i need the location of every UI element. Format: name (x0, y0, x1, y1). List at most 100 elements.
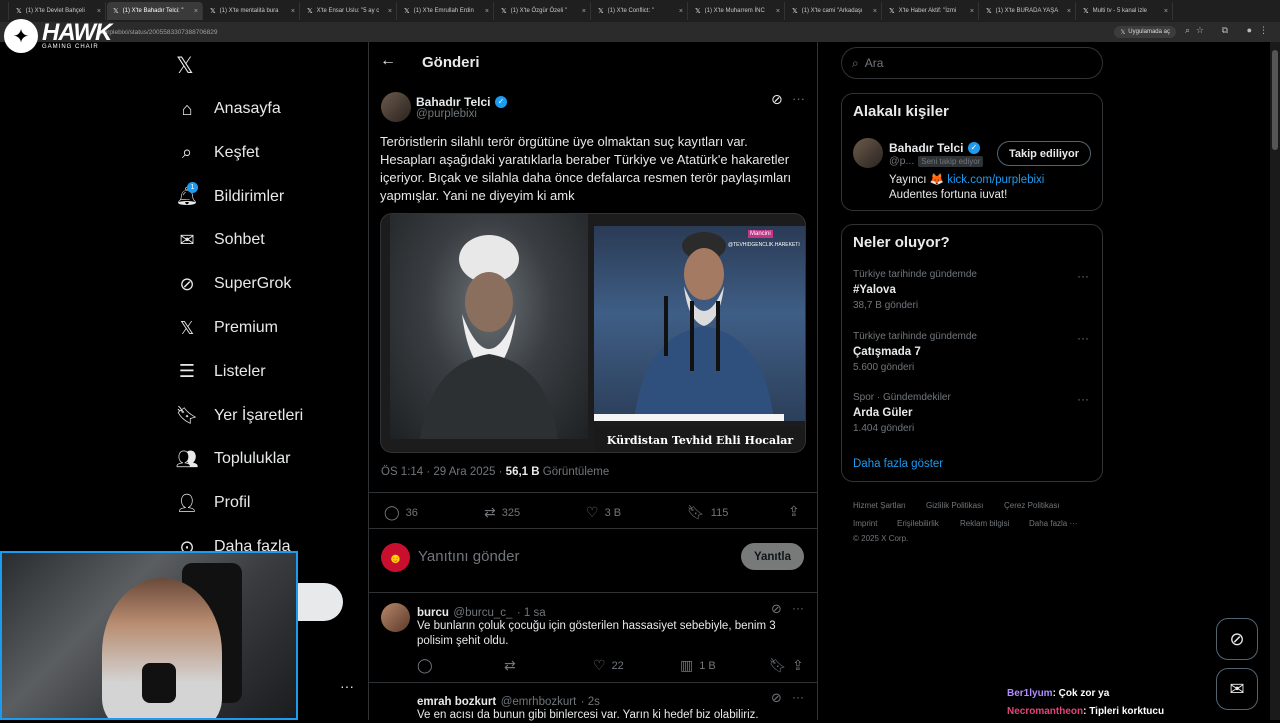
grok-icon[interactable]: ⊘ (771, 601, 782, 617)
commenter-handle[interactable]: @burcu_c_ (453, 607, 512, 619)
trend-more-icon[interactable]: ··· (1077, 392, 1089, 406)
footer-link[interactable]: Imprint (853, 519, 877, 528)
grok-float-button[interactable]: ⊘ (1216, 618, 1258, 660)
close-tab-icon[interactable]: × (1164, 8, 1168, 15)
account-more-icon[interactable]: ··· (340, 678, 354, 694)
browser-tab[interactable]: 𝕏 X'te Ensar Uslu: "5 ay c × (301, 2, 397, 20)
reply-action[interactable]: ◯ (417, 657, 433, 674)
sidebar-item-yer-i-şaretleri[interactable]: 🔖︎ Yer İşaretleri (176, 401, 304, 431)
close-tab-icon[interactable]: × (1067, 8, 1071, 15)
footer-link[interactable]: Gizlilik Politikası (926, 501, 983, 510)
sidebar-item-anasayfa[interactable]: ⌂ Anasayfa (176, 94, 281, 124)
footer-link[interactable]: Daha fazla ··· (1029, 519, 1077, 528)
footer-link[interactable]: Çerez Politikası (1004, 501, 1060, 510)
browser-tab[interactable]: 𝕏 (1) X'te BURADA YAŞA × (980, 2, 1076, 20)
open-in-app-button[interactable]: 𝕏 Uygulamada aç (1114, 26, 1176, 38)
show-more-link[interactable]: Daha fazla göster (853, 458, 943, 470)
sidebar-item-sohbet[interactable]: ✉ Sohbet (176, 225, 264, 255)
close-tab-icon[interactable]: × (970, 8, 974, 15)
author-name[interactable]: Bahadır Telci (416, 95, 490, 109)
like-action[interactable]: ♡ 3 B (586, 504, 621, 521)
grok-icon[interactable]: ⊘ (771, 690, 782, 706)
author-handle[interactable]: @purplebixi (416, 108, 477, 120)
more-options-icon[interactable]: ··· (792, 690, 804, 704)
bookmark-action[interactable]: 🔖︎ 115 (687, 504, 728, 521)
sidebar-item-supergrok[interactable]: ⊘ SuperGrok (176, 269, 291, 299)
close-tab-icon[interactable]: × (582, 8, 586, 15)
more-options-icon[interactable]: ··· (792, 91, 805, 106)
following-button[interactable]: Takip ediliyor (997, 141, 1091, 166)
browser-tab[interactable]: 𝕏 (1) X'te Muharrem İNC × (689, 2, 785, 20)
close-tab-icon[interactable]: × (388, 8, 392, 15)
related-avatar[interactable] (853, 138, 883, 168)
bio-link[interactable]: kick.com/purplebixi (947, 174, 1044, 186)
profile-icon[interactable]: ● (1247, 25, 1252, 35)
zoom-icon[interactable]: ⌕ (1185, 25, 1190, 36)
related-handle[interactable]: @p... (889, 155, 914, 167)
post-time[interactable]: ÖS 1:14 · 29 Ara 2025 · (381, 466, 502, 478)
views-action[interactable]: ▥ 1 B (680, 657, 716, 674)
sidebar-item-bildirimler[interactable]: 🔔︎ 1 Bildirimler (176, 181, 284, 212)
close-tab-icon[interactable]: × (776, 8, 780, 15)
post-image[interactable]: Mancini @TEVHIDGENCLIK.HAREKETI Kürdista… (380, 213, 806, 453)
star-icon[interactable]: ☆ (1196, 25, 1204, 36)
trend-item[interactable]: Türkiye tarihinde gündemde #Yalova 38,7 … (853, 269, 977, 311)
commenter-name[interactable]: burcu (417, 607, 449, 619)
close-tab-icon[interactable]: × (97, 8, 101, 15)
x-logo-icon[interactable]: 𝕏 (176, 53, 194, 79)
close-tab-icon[interactable]: × (485, 8, 489, 15)
comment-time[interactable]: · 2s (581, 696, 600, 708)
close-tab-icon[interactable]: × (873, 8, 877, 15)
commenter-handle[interactable]: @emrhbozkurt (501, 696, 577, 708)
related-name[interactable]: Bahadır Telci (889, 141, 963, 155)
share-action[interactable]: ⇪ (788, 503, 800, 520)
reply-input[interactable]: Yanıtını gönder (418, 548, 519, 565)
like-action[interactable]: ♡ 22 (593, 657, 624, 674)
browser-tab[interactable]: 𝕏 (1) X'te Özgür Özeli " × (495, 2, 591, 20)
trend-more-icon[interactable]: ··· (1077, 269, 1089, 283)
browser-tab[interactable]: 𝕏 (1) X'te cami "Arkadaşı × (786, 2, 882, 20)
reply-action[interactable]: ◯ 36 (384, 504, 418, 521)
browser-address-bar[interactable]: purplebixi/status/2005583307388706829 𝕏U… (0, 22, 1280, 42)
search-input[interactable]: ⌕ Ara (841, 47, 1103, 79)
footer-link[interactable]: Erişilebilirlik (897, 519, 939, 528)
repost-action[interactable]: ⇄ 325 (484, 504, 520, 521)
close-tab-icon[interactable]: × (291, 8, 295, 15)
commenter-avatar[interactable] (381, 603, 410, 632)
more-options-icon[interactable]: ··· (792, 601, 804, 615)
menu-icon[interactable]: ⋮ (1259, 25, 1268, 36)
browser-tab[interactable]: 𝕏 (1) X'te Bahadır Telci: " × (107, 2, 203, 20)
close-tab-icon[interactable]: × (194, 8, 198, 15)
browser-tab[interactable]: 𝕏 (1) X'te Emrullah Erdin × (398, 2, 494, 20)
page-scrollbar[interactable] (1270, 42, 1280, 720)
sidebar-item-premium[interactable]: 𝕏 Premium (176, 313, 278, 343)
footer-link[interactable]: Reklam bilgisi (960, 519, 1009, 528)
trend-item[interactable]: Türkiye tarihinde gündemde Çatışmada 7 5… (853, 331, 977, 373)
browser-tab[interactable]: 𝕏 Multi tv - 5 kanal izle × (1077, 2, 1173, 20)
comment-time[interactable]: · 1 sa (517, 607, 546, 619)
browser-tab[interactable]: 𝕏 (1) X'te Conflict: " × (592, 2, 688, 20)
bookmark-action[interactable]: 🔖︎ (769, 657, 787, 674)
author-avatar[interactable] (381, 92, 411, 122)
my-avatar[interactable]: ☻ (381, 543, 410, 572)
share-action[interactable]: ⇪ (792, 657, 804, 674)
sidebar-item-topluluklar[interactable]: 👥︎ Topluluklar (176, 444, 291, 474)
scrollbar-thumb[interactable] (1272, 50, 1278, 150)
browser-tab[interactable]: 𝕏 (1) X'te mentalità bura × (204, 2, 300, 20)
close-tab-icon[interactable]: × (679, 8, 683, 15)
grok-icon[interactable]: ⊘ (771, 91, 783, 108)
footer-link[interactable]: Hizmet Şartları (853, 501, 906, 510)
trend-item[interactable]: Spor · Gündemdekiler Arda Güler 1.404 gö… (853, 392, 951, 434)
sidebar-item-profil[interactable]: 👤︎ Profil (176, 488, 251, 518)
extensions-icon[interactable]: ⧉ (1222, 25, 1228, 36)
back-arrow-icon[interactable]: ← (380, 52, 396, 70)
messages-float-button[interactable]: ✉ (1216, 668, 1258, 710)
browser-tab[interactable]: 𝕏 X'te Haber Aktif: "İzmi × (883, 2, 979, 20)
sidebar-item-listeler[interactable]: ☰ Listeler (176, 357, 266, 387)
reply-submit-button[interactable]: Yanıtla (741, 543, 804, 570)
repost-action[interactable]: ⇄ (504, 657, 516, 674)
trend-more-icon[interactable]: ··· (1077, 331, 1089, 345)
commenter-name[interactable]: emrah bozkurt (417, 696, 496, 708)
sidebar-item-keşfet[interactable]: ⌕ Keşfet (176, 138, 259, 168)
url-text[interactable]: purplebixi/status/2005583307388706829 (100, 29, 217, 36)
